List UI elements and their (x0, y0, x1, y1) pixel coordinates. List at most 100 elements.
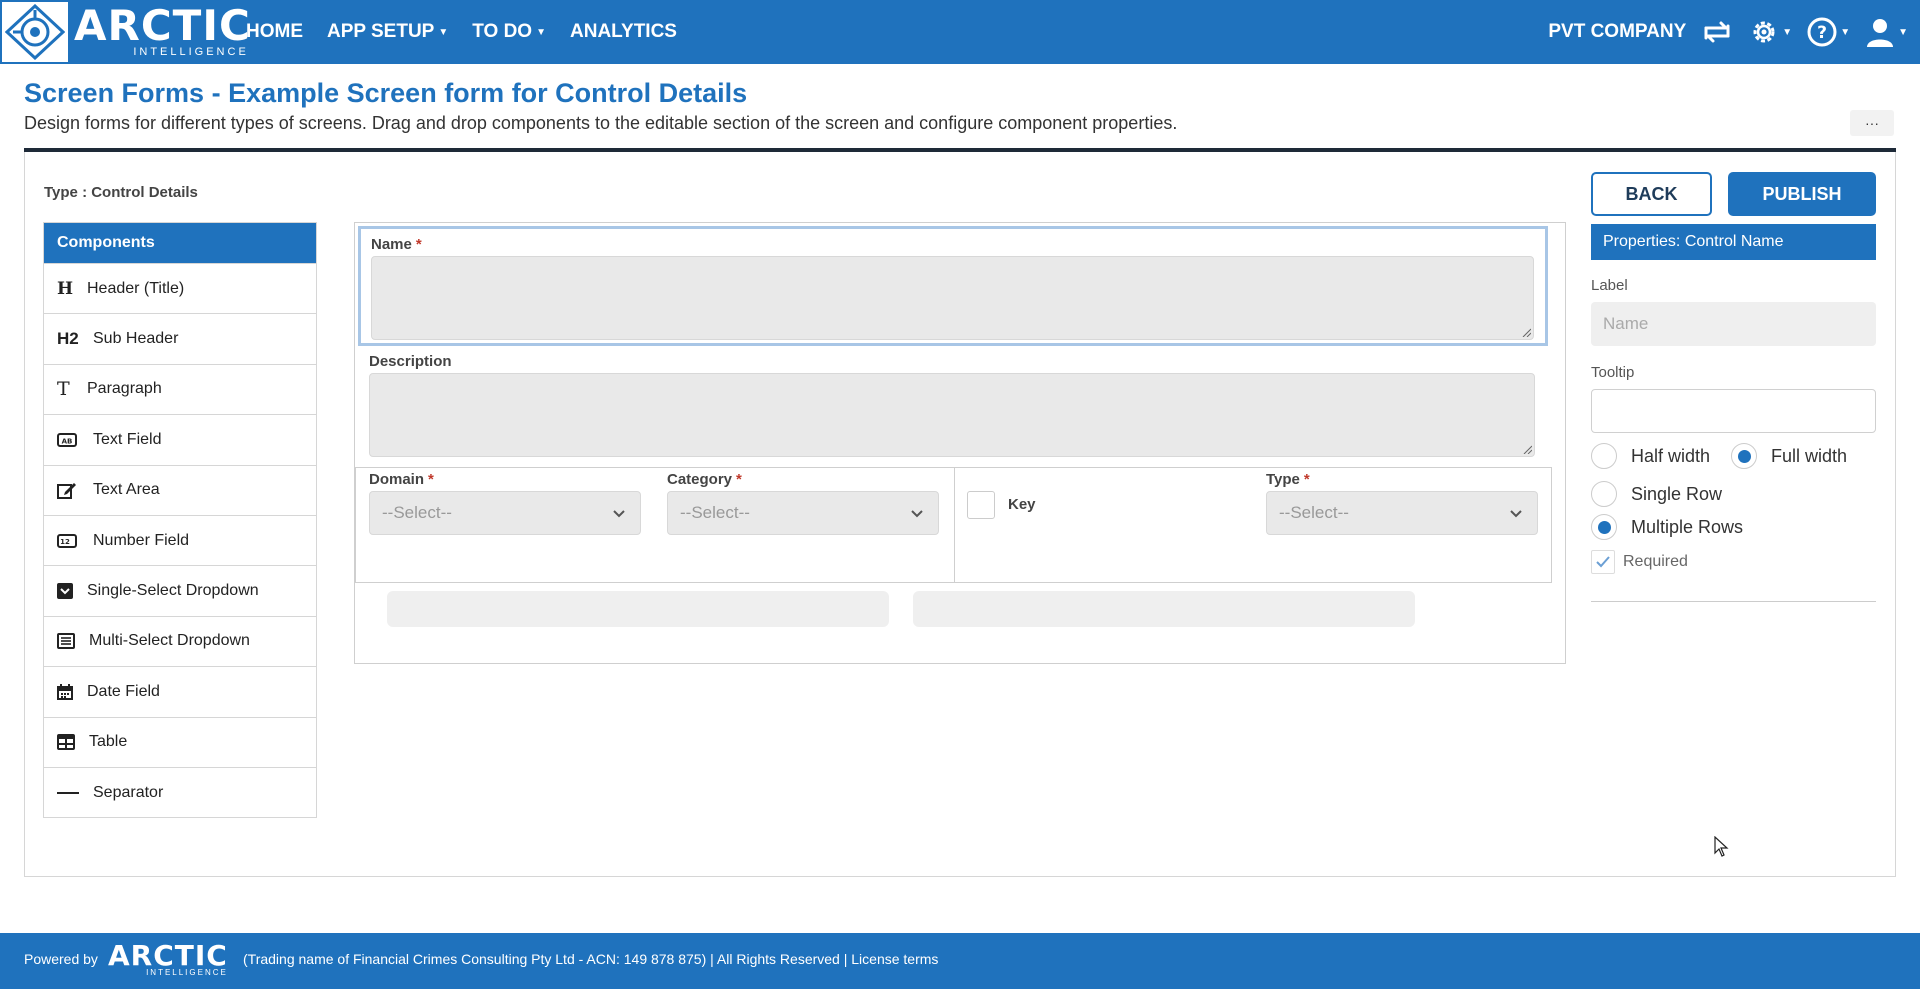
help-icon[interactable]: ? ▼ (1806, 16, 1850, 48)
back-button[interactable]: BACK (1591, 172, 1712, 216)
type-label: Type * (1266, 471, 1310, 488)
nav-app-setup[interactable]: APP SETUP ▼ (327, 21, 448, 43)
radio-selected-dot (1597, 520, 1611, 534)
multiple-rows-radio[interactable] (1591, 514, 1617, 540)
type-select[interactable]: --Select-- (1266, 491, 1538, 535)
svg-text:12: 12 (60, 538, 70, 546)
svg-text:?: ? (1817, 23, 1827, 43)
more-options-button[interactable]: ··· (1850, 110, 1894, 136)
caret-down-icon: ▼ (536, 26, 546, 38)
brand-logo-icon[interactable] (2, 2, 68, 62)
properties-header: Properties: Control Name (1591, 224, 1876, 260)
multiple-rows-option[interactable]: Multiple Rows (1591, 514, 1743, 540)
tooltip-input[interactable] (1591, 389, 1876, 433)
nav-to-do[interactable]: TO DO ▼ (472, 21, 546, 43)
component-label: Text Field (93, 430, 162, 448)
name-textarea[interactable] (371, 256, 1534, 340)
company-name[interactable]: PVT COMPANY (1548, 21, 1686, 43)
domain-select[interactable]: --Select-- (369, 491, 641, 535)
resize-grip-icon[interactable] (1522, 444, 1532, 454)
domain-label: Domain * (369, 471, 434, 488)
component-separator[interactable]: Separator (44, 766, 316, 817)
calendar-icon (57, 683, 87, 700)
full-width-radio[interactable] (1731, 443, 1757, 469)
required-asterisk: * (1303, 471, 1310, 488)
component-sub-header[interactable]: H2 Sub Header (44, 313, 316, 363)
single-select-icon (57, 583, 87, 600)
checkmark-icon (1596, 556, 1610, 568)
component-paragraph[interactable]: T Paragraph (44, 363, 316, 414)
separator-icon (57, 791, 93, 795)
chevron-down-icon (1510, 510, 1522, 518)
label-input[interactable]: Name (1591, 302, 1876, 346)
text-area-icon (57, 481, 93, 500)
drop-zone-left[interactable] (387, 591, 889, 627)
single-row-option[interactable]: Single Row (1591, 481, 1722, 507)
nav-analytics-label: ANALYTICS (570, 21, 677, 42)
category-label-text: Category (667, 471, 733, 488)
top-navbar: ARCTIC INTELLIGENCE HOME APP SETUP ▼ TO D… (0, 0, 1920, 64)
type-label-text: Type (1266, 471, 1300, 488)
component-table[interactable]: Table (44, 716, 316, 767)
component-single-select-dropdown[interactable]: Single-Select Dropdown (44, 565, 316, 615)
component-multi-select-dropdown[interactable]: Multi-Select Dropdown (44, 615, 316, 666)
components-header: Components (44, 223, 316, 263)
form-type-label: Type : Control Details (44, 184, 198, 201)
table-icon (57, 734, 89, 751)
component-number-field[interactable]: 12 Number Field (44, 514, 316, 565)
component-label: Text Area (93, 481, 160, 499)
chevron-down-icon (613, 510, 625, 518)
paragraph-icon: T (57, 378, 70, 401)
domain-select-value: --Select-- (382, 503, 452, 522)
component-date-field[interactable]: Date Field (44, 666, 316, 716)
category-select[interactable]: --Select-- (667, 491, 939, 535)
mouse-pointer-icon (1714, 836, 1729, 857)
user-profile-icon[interactable]: ▼ (1864, 16, 1908, 48)
component-label: Header (Title) (87, 279, 185, 297)
name-label: Name * (371, 236, 422, 253)
component-text-area[interactable]: Text Area (44, 464, 316, 515)
page-description: Design forms for different types of scre… (24, 113, 1178, 133)
footer-legal-text[interactable]: (Trading name of Financial Crimes Consul… (243, 951, 938, 967)
component-label: Single-Select Dropdown (87, 582, 259, 600)
chevron-down-icon (911, 510, 923, 518)
required-asterisk: * (428, 471, 434, 488)
switch-company-icon[interactable] (1700, 18, 1734, 46)
name-field-block[interactable]: Name * (358, 226, 1548, 346)
component-text-field[interactable]: AB Text Field (44, 414, 316, 464)
nav-to-do-label: TO DO (472, 21, 533, 42)
description-textarea[interactable] (369, 373, 1535, 457)
resize-grip-icon[interactable] (1521, 327, 1531, 337)
component-label: Table (89, 733, 128, 751)
drop-zone-right[interactable] (913, 591, 1415, 627)
required-option[interactable]: Required (1591, 550, 1688, 574)
component-label: Date Field (87, 682, 160, 700)
required-label: Required (1623, 553, 1688, 570)
brand-title: ARCTIC (74, 1, 251, 50)
nav-analytics[interactable]: ANALYTICS (570, 21, 677, 43)
settings-gear-icon[interactable]: ▼ (1748, 16, 1792, 48)
multi-select-icon (57, 633, 89, 650)
page-title: Screen Forms - Example Screen form for C… (24, 78, 748, 108)
required-checkbox[interactable] (1591, 550, 1615, 574)
components-panel: Components H Header (Title) H2 Sub Heade… (43, 222, 317, 819)
component-label: Number Field (93, 531, 190, 549)
full-width-option[interactable]: Full width (1731, 443, 1847, 469)
component-header-title[interactable]: H Header (Title) (44, 263, 316, 313)
nav-home[interactable]: HOME (246, 21, 303, 43)
half-width-radio[interactable] (1591, 443, 1617, 469)
form-canvas[interactable]: Name * Description Domain * --Select-- Cat… (354, 222, 1566, 664)
publish-button[interactable]: PUBLISH (1728, 172, 1876, 216)
single-row-radio[interactable] (1591, 481, 1617, 507)
footer-logo-main: ARCTIC (108, 939, 228, 972)
key-checkbox[interactable] (967, 491, 995, 519)
footer-logo[interactable]: ARCTIC INTELLIGENCE (108, 939, 228, 978)
caret-down-icon: ▼ (1840, 26, 1851, 38)
nav-app-setup-label: APP SETUP (327, 21, 435, 42)
brand-name[interactable]: ARCTIC INTELLIGENCE (74, 1, 251, 59)
half-width-option[interactable]: Half width (1591, 443, 1710, 469)
single-row-label: Single Row (1631, 483, 1723, 504)
nav-home-label: HOME (246, 21, 303, 42)
label-field-label: Label (1591, 277, 1628, 294)
category-select-value: --Select-- (680, 503, 750, 522)
